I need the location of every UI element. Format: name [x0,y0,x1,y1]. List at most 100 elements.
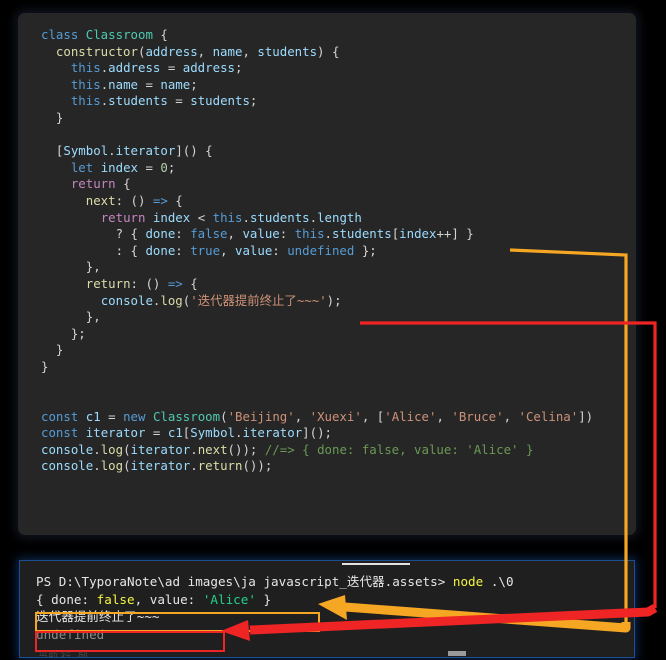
terminal-tab-indicator [342,563,410,565]
terminal-token: { done: [36,591,97,607]
code-token: = [100,408,124,424]
code-token: , [227,226,243,242]
code-token: . [93,458,101,474]
terminal-token: PS D:\TyporaNote\ad images\ja javascript… [36,574,453,589]
code-token: : [175,226,191,242]
code-token: { [152,27,168,42]
code-token: = [145,425,168,441]
code-line: } [18,359,636,376]
code-token: next [197,441,228,457]
code-line: console.log(iterator.return()); [18,458,636,475]
code-token: c1 [85,408,101,424]
code-token: done [145,226,176,242]
code-token: Symbol [63,143,109,159]
code-token: => [167,275,183,291]
code-token: : () [115,192,153,208]
code-token: : [175,242,191,258]
code-token: }; [354,242,377,258]
code-line: console.log(iterator.next()); //=> { don… [18,442,636,459]
code-line: }, [18,259,636,276]
code-line: let index = 0; [18,160,636,177]
code-token: } [41,358,49,374]
code-token: , [220,242,235,258]
code-token: this [294,226,325,242]
terminal-statusbar-ghost-text: 当前 行, 列 [38,652,88,658]
code-token: 0 [160,159,168,175]
code-token: 'Beijing' [227,408,295,424]
code-token: . [324,226,332,242]
code-token: . [242,209,250,225]
code-token: ; [190,76,198,92]
code-token: let [70,159,94,175]
code-line: }, [18,309,636,326]
code-line: console.log('迭代器提前终止了~~~'); [18,293,636,310]
code-token: ) { [317,43,340,59]
code-token: , [503,408,519,424]
code-token: ()); [227,441,258,457]
code-token: constructor [55,43,138,59]
code-line: next: () => { [18,193,636,210]
code-token: '迭代器提前终止了~~~' [190,292,327,308]
code-token: console [100,292,153,308]
code-token: iterator [85,425,146,441]
code-line: ? { done: false, value: this.students[in… [18,226,636,243]
code-token: = [160,60,183,76]
code-token: next [85,192,116,208]
code-token: return [100,209,146,225]
code-token: name [160,76,191,92]
code-token: => [152,192,168,208]
code-token: return [85,275,131,291]
code-token: ; [167,159,176,175]
code-token: ]() { [175,143,213,159]
code-token: , [ [361,408,385,424]
terminal-token: , value: [134,591,203,607]
code-token: log [100,441,124,457]
code-token: students [257,43,318,59]
code-line: return index < this.students.length [18,210,636,227]
code-token: this [212,209,243,225]
code-line: : { done: true, value: undefined }; [18,243,636,260]
code-token: Classroom [85,27,153,42]
code-token: = [167,93,191,109]
code-token: 'Celina' [518,408,579,424]
code-editor-panel[interactable]: class Classroom { constructor(address, n… [18,13,636,535]
code-token: Symbol [190,425,236,441]
terminal-panel[interactable]: PS D:\TyporaNote\ad images\ja javascript… [19,560,635,658]
code-token: ++] } [436,226,474,242]
code-line: this.students = students; [18,93,636,110]
code-line: this.name = name; [18,77,636,94]
code-token: Classroom [152,408,221,424]
code-token: . [190,458,198,474]
code-token: false [190,226,228,242]
code-token: this [70,60,101,76]
terminal-line: PS D:\TyporaNote\ad images\ja javascript… [36,573,514,591]
code-token: , [242,43,258,59]
code-token: iterator [130,441,191,457]
code-line: class Classroom { [18,27,636,44]
code-token: done [145,242,176,258]
code-token: { [182,275,198,291]
code-line: }; [18,326,636,343]
code-token: { [167,192,183,208]
code-token: = [138,159,161,175]
code-content[interactable]: class Classroom { constructor(address, n… [18,27,636,475]
code-token: , [436,408,452,424]
code-token: = [138,76,161,92]
code-token: ](); [302,425,333,441]
code-line: constructor(address, name, students) { [18,44,636,61]
code-token: log [160,292,183,308]
terminal-token: 'Alice' [202,591,256,607]
code-token: this [70,93,101,109]
code-token: , [294,408,310,424]
code-token: undefined [287,242,355,258]
code-token: index [399,226,437,242]
code-token: ; [234,60,243,76]
code-token: class [41,27,86,42]
code-token: const [41,425,79,441]
code-token: . [108,143,116,159]
